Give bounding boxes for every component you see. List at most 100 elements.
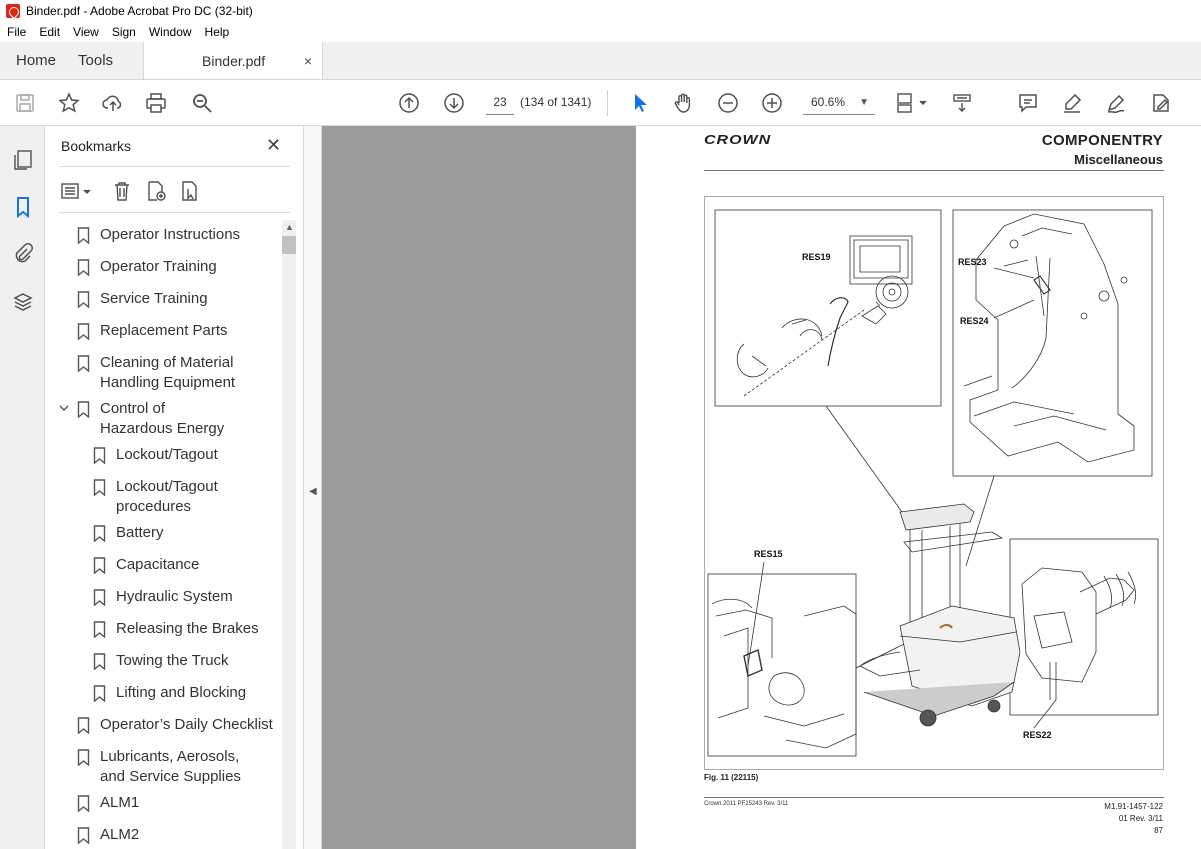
bookmark-item-expanded[interactable]: Control of Hazardous Energy <box>59 399 237 439</box>
bookmark-icon <box>93 479 106 496</box>
next-page-icon[interactable] <box>442 91 466 115</box>
comment-icon[interactable] <box>1016 91 1040 115</box>
bookmark-icon <box>77 291 90 308</box>
layers-icon[interactable] <box>11 290 35 314</box>
bookmark-label: Control of Hazardous Energy <box>100 400 225 437</box>
bookmark-item[interactable]: Hydraulic System <box>93 587 233 607</box>
collapse-panel-icon[interactable]: ◀ <box>309 486 317 497</box>
bookmark-label: Operator’s Daily Checklist <box>100 716 273 733</box>
bookmark-icon <box>93 621 106 638</box>
zoom-out-icon[interactable] <box>716 91 740 115</box>
search-icon[interactable] <box>190 91 214 115</box>
menu-window[interactable]: Window <box>142 25 198 39</box>
fill-sign-icon[interactable] <box>1149 91 1173 115</box>
menu-view[interactable]: View <box>66 25 105 39</box>
zoom-in-icon[interactable] <box>760 91 784 115</box>
previous-page-icon[interactable] <box>397 91 421 115</box>
bookmark-label: Operator Instructions <box>100 226 241 243</box>
close-panel-icon[interactable]: ✕ <box>266 135 281 156</box>
acrobat-logo-icon <box>6 4 20 18</box>
callout-res19: RES19 <box>802 252 831 262</box>
bookmark-item[interactable]: Capacitance <box>93 555 199 575</box>
bookmark-icon <box>77 401 90 418</box>
bookmark-item[interactable]: Battery <box>93 523 164 543</box>
panel-title: Bookmarks <box>61 138 132 154</box>
menu-sign[interactable]: Sign <box>105 25 142 39</box>
page-thumbnails-icon[interactable] <box>11 148 35 172</box>
bookmark-item[interactable]: Lockout/Tagout <box>93 445 218 465</box>
menu-edit[interactable]: Edit <box>32 25 66 39</box>
highlight-icon[interactable] <box>1060 91 1084 115</box>
scroll-up-icon[interactable]: ▲ <box>285 222 294 232</box>
bookmark-list: Operator Instructions Operator Training … <box>59 221 283 849</box>
toolbar-divider <box>607 90 608 116</box>
bookmark-item[interactable]: Lubricants, Aerosols, and Service Suppli… <box>77 747 267 787</box>
page-view-icon[interactable] <box>894 91 930 115</box>
select-cursor-icon[interactable] <box>628 91 652 115</box>
tab-home[interactable]: Home <box>0 42 72 79</box>
bookmark-icon <box>77 827 90 844</box>
page-header-subtitle: Miscellaneous <box>1074 152 1163 167</box>
zoom-level-value: 60.6% <box>811 95 846 109</box>
star-icon[interactable] <box>57 91 81 115</box>
bookmark-item[interactable]: Replacement Parts <box>77 321 228 341</box>
scrollbar-thumb[interactable] <box>282 236 296 254</box>
delete-bookmark-icon[interactable] <box>109 178 135 204</box>
bookmark-label: Lockout/Tagout <box>116 446 218 463</box>
bookmark-item[interactable]: ALM1 <box>77 793 139 813</box>
footer-revision: 01 Rev. 3/11 <box>1118 814 1163 823</box>
page-number-input[interactable]: 23 <box>486 90 514 115</box>
bookmarks-scrollbar[interactable]: ▲ <box>282 220 296 849</box>
attachments-icon[interactable] <box>11 241 35 265</box>
panel-divider <box>59 166 290 167</box>
scroll-mode-icon[interactable] <box>950 91 974 115</box>
bookmark-item[interactable]: Lifting and Blocking <box>93 683 246 703</box>
bookmark-item[interactable]: Cleaning of Material Handling Equipment <box>77 353 237 393</box>
tab-tools[interactable]: Tools <box>72 42 129 79</box>
bookmark-from-selection-icon[interactable] <box>177 178 203 204</box>
page-count: (134 of 1341) <box>520 95 592 109</box>
bookmark-item[interactable]: Towing the Truck <box>93 651 229 671</box>
tab-bar: Home Tools Binder.pdf × <box>0 42 1201 80</box>
bookmarks-icon[interactable] <box>11 195 35 219</box>
bookmark-toolbar <box>59 176 290 206</box>
bookmark-item[interactable]: ALM2 <box>77 825 139 845</box>
zoom-level-dropdown[interactable]: 60.6% ▼ <box>803 90 875 115</box>
bookmark-item[interactable]: Releasing the Brakes <box>93 619 259 639</box>
bookmark-item[interactable]: Operator’s Daily Checklist <box>77 715 273 735</box>
bookmark-item[interactable]: Lockout/Tagout procedures <box>93 477 233 517</box>
left-navigation-rail <box>0 126 45 849</box>
upload-cloud-icon[interactable] <box>101 91 125 115</box>
bookmark-label: Battery <box>116 524 164 541</box>
crown-logo: CROWN <box>704 133 772 148</box>
window-title: Binder.pdf - Adobe Acrobat Pro DC (32-bi… <box>26 4 253 18</box>
print-icon[interactable] <box>144 91 168 115</box>
callout-res23: RES23 <box>958 257 987 267</box>
tab-document[interactable]: Binder.pdf × <box>143 42 324 79</box>
bookmarks-panel: Bookmarks ✕ Operator Instructions Operat… <box>45 126 303 849</box>
callout-res22: RES22 <box>1023 730 1052 740</box>
bookmark-label: Capacitance <box>116 556 200 573</box>
hand-tool-icon[interactable] <box>671 91 695 115</box>
chevron-down-icon[interactable] <box>59 403 69 413</box>
save-icon[interactable] <box>13 91 37 115</box>
bookmark-icon <box>93 447 106 464</box>
bookmark-item[interactable]: Operator Training <box>77 257 217 277</box>
bookmark-icon <box>77 717 90 734</box>
close-tab-icon[interactable]: × <box>304 53 312 69</box>
bookmark-item[interactable]: Service Training <box>77 289 208 309</box>
bookmark-label: Lubricants, Aerosols, and Service Suppli… <box>100 748 241 785</box>
menu-help[interactable]: Help <box>198 25 236 39</box>
bookmark-label: Service Training <box>100 290 208 307</box>
menu-file[interactable]: File <box>0 25 32 39</box>
bookmark-icon <box>77 795 90 812</box>
draw-pen-icon[interactable] <box>1104 91 1128 115</box>
panel-splitter[interactable]: ◀ <box>303 126 322 849</box>
bookmark-label: Lockout/Tagout procedures <box>116 478 218 515</box>
bookmark-item[interactable]: Operator Instructions <box>77 225 240 245</box>
footer-rule <box>704 797 1164 798</box>
menu-bar: File Edit View Sign Window Help <box>0 22 1201 42</box>
new-bookmark-icon[interactable] <box>143 178 169 204</box>
bookmark-options-icon[interactable] <box>59 178 95 204</box>
bookmark-icon <box>77 749 90 766</box>
